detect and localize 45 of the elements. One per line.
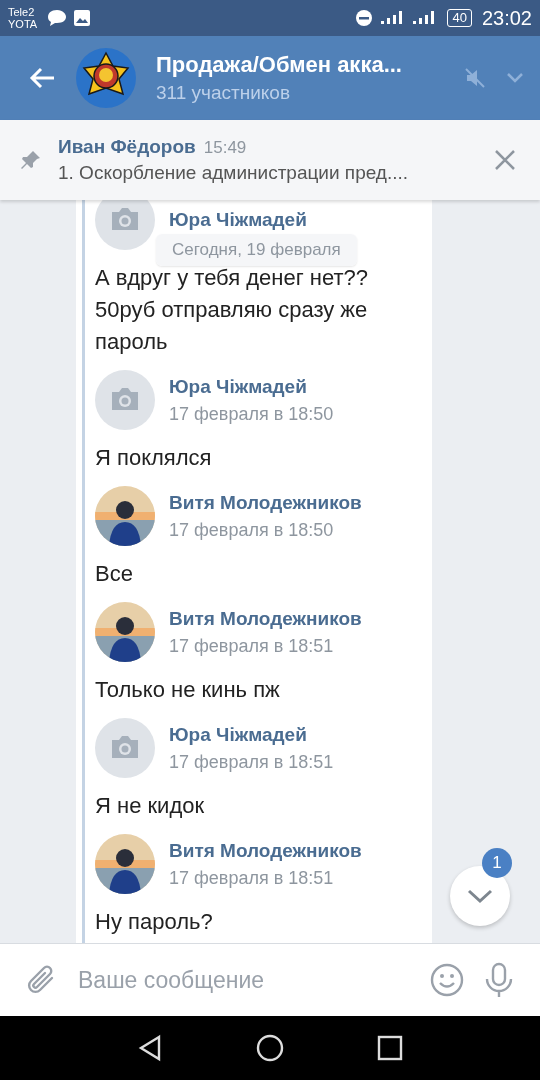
message-text: Я не кидок — [95, 792, 206, 820]
camera-avatar[interactable] — [95, 370, 155, 430]
back-arrow-icon[interactable] — [28, 66, 56, 90]
author-name[interactable]: Юра Чіжмадей — [169, 209, 307, 231]
home-circle-icon[interactable] — [256, 1034, 284, 1062]
author-name[interactable]: Юра Чіжмадей — [169, 723, 334, 746]
pinned-time: 15:49 — [203, 138, 247, 157]
message-text: Только не кинь пж — [95, 676, 281, 704]
message-date: 17 февраля в 18:50 — [169, 519, 335, 541]
recents-square-icon[interactable] — [377, 1035, 404, 1061]
scroll-down-button[interactable] — [450, 866, 510, 926]
message-date: 17 февраля в 18:51 — [169, 867, 335, 889]
message-text: Все — [95, 560, 134, 588]
pin-icon — [20, 149, 42, 171]
emoji-icon[interactable] — [430, 963, 464, 997]
member-count: 311 участников — [156, 82, 292, 104]
unread-count: 1 — [482, 848, 512, 878]
message-date: 17 февраля в 18:50 — [169, 403, 334, 425]
message-date: 17 февраля в 18:51 — [169, 751, 334, 773]
chat-bubble-icon — [47, 9, 68, 27]
author-name[interactable]: Витя Молодежников — [169, 491, 362, 514]
battery-indicator: 40 — [447, 9, 472, 27]
chat-title[interactable]: Продажа/Обмен акка... — [156, 52, 444, 78]
carrier-name: Tele2 — [8, 6, 36, 18]
author-name[interactable]: Витя Молодежников — [169, 839, 362, 862]
author-name[interactable]: Юра Чіжмадей — [169, 375, 334, 398]
clock: 23:02 — [481, 6, 532, 30]
do-not-disturb-icon — [355, 9, 374, 27]
chevron-down-icon — [466, 888, 494, 904]
close-icon[interactable] — [494, 149, 516, 171]
message-text: Ну пароль? — [95, 908, 214, 936]
pinned-author[interactable]: Иван Фёдоров 15:49 — [58, 136, 478, 158]
date-badge: Сегодня, 19 февраля — [156, 234, 357, 266]
microphone-icon[interactable] — [484, 962, 514, 998]
image-icon — [73, 9, 92, 27]
pinned-message[interactable]: 1. Оскорбление администрации пред.... — [58, 162, 478, 184]
camera-avatar[interactable] — [95, 200, 155, 250]
author-name[interactable]: Витя Молодежников — [169, 607, 362, 630]
message-text: А вдруг у тебя денег нет?? 50руб отправляю сразу же пароль — [95, 264, 370, 356]
camera-avatar[interactable] — [95, 718, 155, 778]
message-date: 17 февраля в 18:51 — [169, 635, 335, 657]
back-triangle-icon[interactable] — [136, 1034, 163, 1062]
group-avatar[interactable] — [76, 48, 136, 108]
message-text: Я поклялся — [95, 444, 213, 472]
carrier-name: YOTA — [8, 18, 38, 30]
